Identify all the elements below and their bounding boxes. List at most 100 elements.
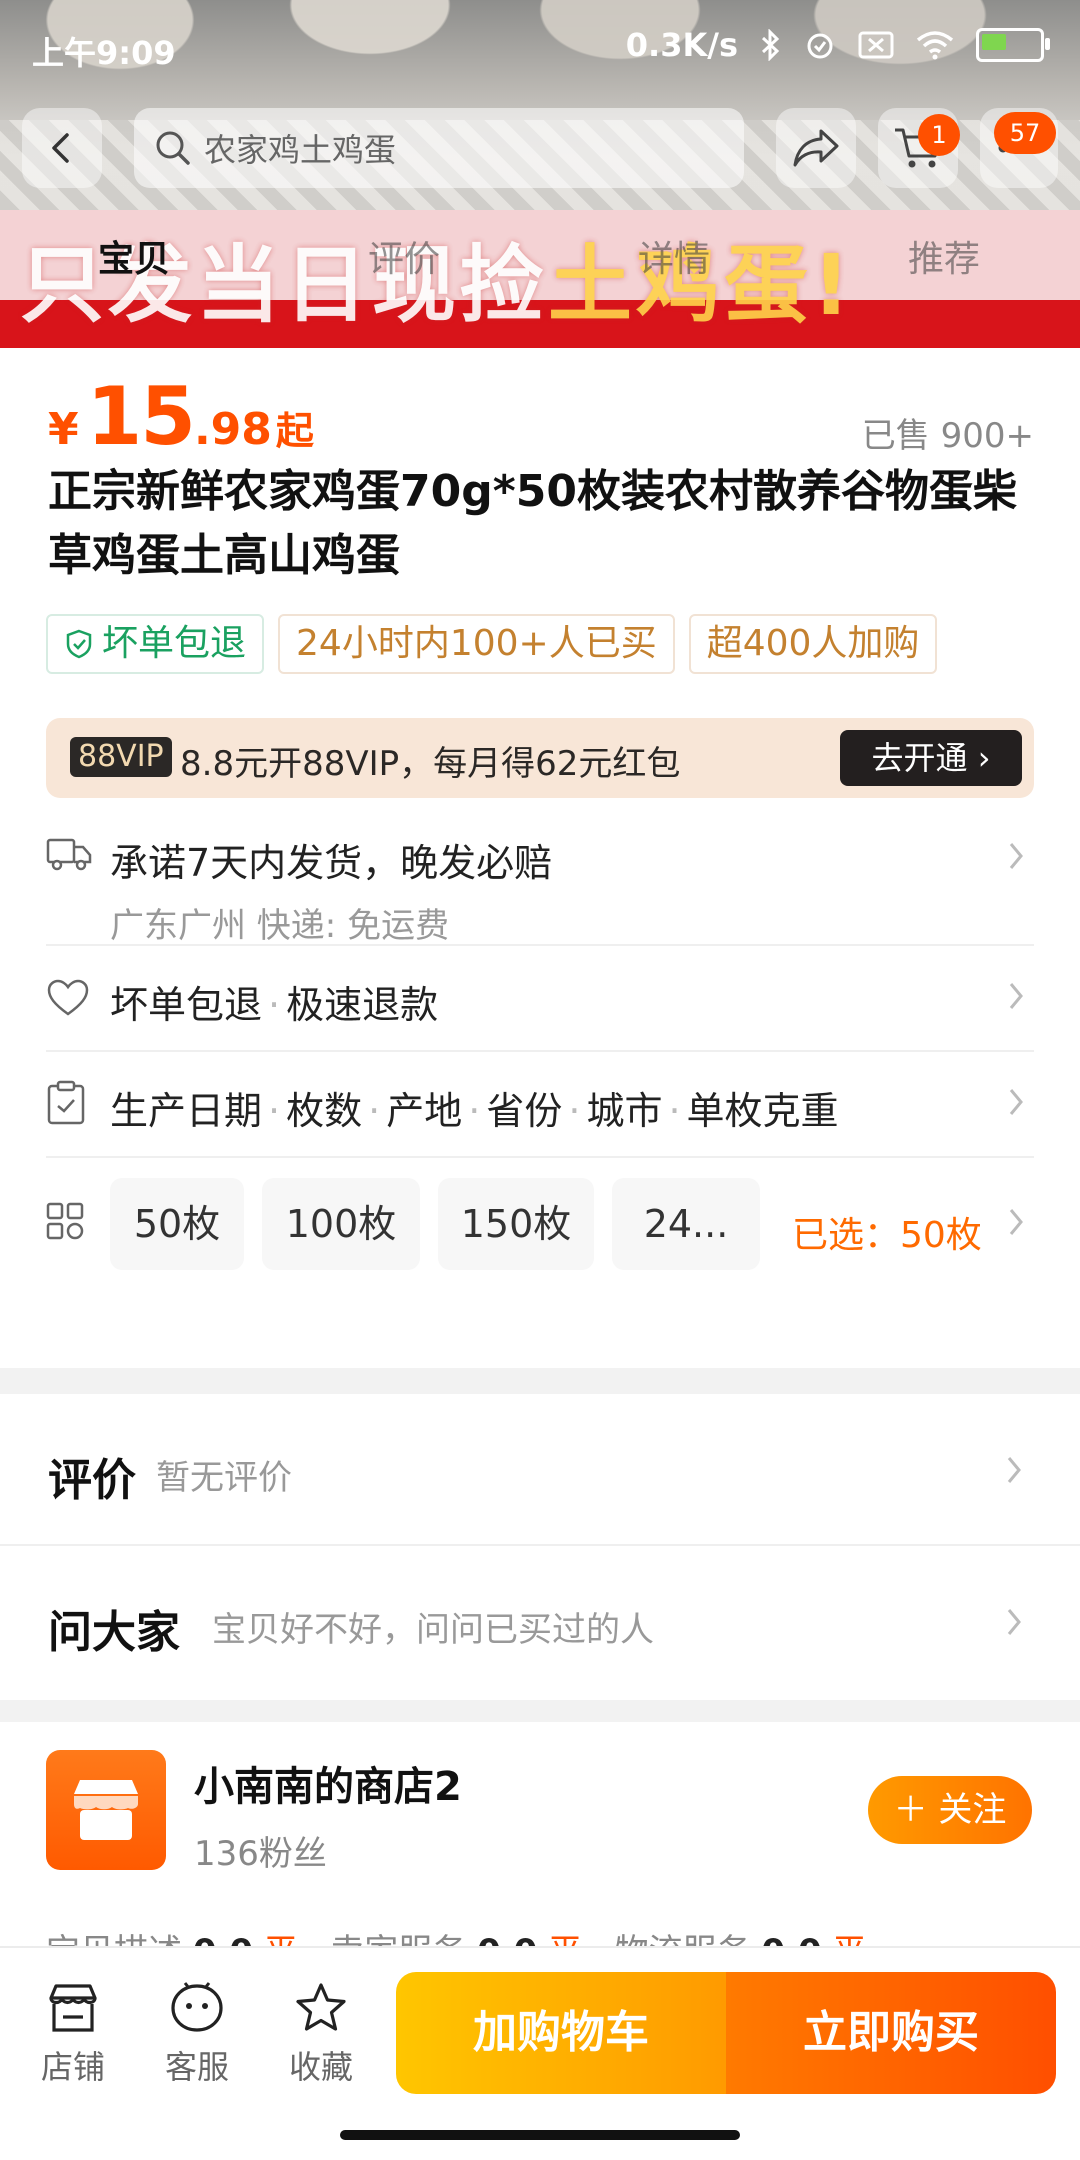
- sold-count: 已售 900+: [861, 416, 1034, 456]
- plus-icon: ＋: [893, 1790, 928, 1830]
- service-item: 坏单包退: [110, 983, 263, 1027]
- status-bar: 上午9:09 0.3K/s: [0, 0, 1080, 92]
- sku-selected: 已选：50枚: [792, 1215, 982, 1256]
- param-item: 生产日期: [110, 1089, 263, 1133]
- buy-now-button[interactable]: 立即购买: [726, 1972, 1056, 2094]
- grid-options-icon: [46, 1202, 84, 1240]
- tag-recent-buyers: 24小时内100+人已买: [278, 614, 675, 674]
- search-placeholder: 农家鸡土鸡蛋: [204, 131, 397, 169]
- share-button[interactable]: [776, 108, 856, 188]
- tab-reviews[interactable]: 评价: [368, 230, 440, 282]
- favorite-button[interactable]: 收藏: [266, 1982, 376, 2088]
- sim-off-icon: [858, 31, 894, 59]
- reviews-heading: 评价: [48, 1455, 136, 1506]
- star-icon: [296, 1983, 346, 2031]
- shipping-detail: 广东广州 快递: 免运费: [110, 906, 450, 946]
- shop-fans: 136粉丝: [194, 1834, 327, 1874]
- vip-open-button[interactable]: 去开通 ›: [840, 730, 1022, 786]
- shipping-promise: 承诺7天内发货，晚发必赔: [110, 841, 553, 885]
- vip-promo-text: 8.8元开88VIP，每月得62元红包: [180, 744, 681, 784]
- share-icon: [793, 129, 839, 167]
- tab-baobei[interactable]: 宝贝: [98, 230, 170, 282]
- clipboard-icon: [47, 1080, 85, 1125]
- shop-logo[interactable]: [46, 1750, 166, 1870]
- cart-count-badge: 1: [918, 114, 960, 156]
- back-button[interactable]: [22, 108, 102, 188]
- param-item: 省份: [486, 1089, 563, 1133]
- search-icon: [156, 131, 190, 165]
- customer-service-label: 客服: [164, 2048, 229, 2086]
- search-bar[interactable]: 农家鸡土鸡蛋: [134, 108, 744, 188]
- params-text: 生产日期 · 枚数 · 产地 · 省份 · 城市 · 单枚克重: [110, 1089, 839, 1133]
- sku-option-100[interactable]: 100枚: [262, 1178, 420, 1270]
- param-item: 枚数: [286, 1089, 363, 1133]
- store-button[interactable]: 店铺: [18, 1982, 128, 2088]
- product-tags: 坏单包退 24小时内100+人已买 超400人加购: [46, 614, 938, 674]
- add-to-cart-button[interactable]: 加购物车: [396, 1972, 726, 2094]
- sku-row[interactable]: 50枚 100枚 150枚 24... 已选：50枚: [46, 1158, 1034, 1282]
- truck-icon: [46, 838, 92, 871]
- section-tabs: 宝贝 评价 详情 推荐: [0, 230, 1080, 282]
- qa-heading: 问大家: [48, 1607, 180, 1658]
- service-item: 极速退款: [286, 983, 439, 1027]
- chevron-right-icon: [1009, 983, 1023, 1009]
- reviews-section[interactable]: 评价 暂无评价: [0, 1394, 1080, 1544]
- heart-icon: [47, 979, 89, 1016]
- vip-promo-banner[interactable]: 88VIP 8.8元开88VIP，每月得62元红包 去开通 ›: [46, 718, 1034, 798]
- param-item: 城市: [586, 1089, 663, 1133]
- qa-section[interactable]: 问大家 宝贝好不好，问问已买过的人: [0, 1546, 1080, 1700]
- service-text: 坏单包退 · 极速退款: [110, 983, 439, 1027]
- vip-logo: 88VIP: [70, 737, 172, 777]
- purchase-buttons: 加购物车 立即购买: [396, 1972, 1056, 2094]
- chevron-right-icon: [1007, 1457, 1021, 1483]
- price-currency: ¥: [48, 404, 79, 455]
- shipping-row[interactable]: 承诺7天内发货，晚发必赔 广东广州 快递: 免运费: [46, 810, 1034, 946]
- price-decimal: .98: [193, 404, 272, 455]
- product-info-card: ¥ 15 .98 起 已售 900+ 正宗新鲜农家鸡蛋70g*50枚装农村散养谷…: [0, 348, 1080, 1368]
- sku-option-50[interactable]: 50枚: [110, 1178, 244, 1270]
- service-row[interactable]: 坏单包退 · 极速退款: [46, 946, 1034, 1052]
- follow-button[interactable]: ＋ 关注: [868, 1776, 1032, 1844]
- tab-details[interactable]: 详情: [638, 230, 710, 282]
- customer-service-button[interactable]: 客服: [142, 1982, 252, 2088]
- shield-check-icon: [66, 629, 92, 659]
- product-title: 正宗新鲜农家鸡蛋70g*50枚装农村散养谷物蛋柴草鸡蛋土高山鸡蛋: [48, 466, 1017, 581]
- back-arrow-icon: [52, 133, 69, 163]
- price: ¥ 15 .98 起: [48, 370, 314, 463]
- store-icon: [74, 1780, 138, 1840]
- param-item: 产地: [386, 1089, 463, 1133]
- bottom-action-bar: 店铺 客服 收藏 加购物车 立即购买: [0, 1946, 1080, 2160]
- top-nav-bar: 农家鸡土鸡蛋 1 57: [0, 108, 1080, 192]
- tag-return-guarantee: 坏单包退: [46, 614, 265, 674]
- chevron-right-icon: [1009, 1089, 1023, 1115]
- service-face-icon: [171, 1982, 223, 2032]
- chevron-right-icon: [1009, 1209, 1023, 1235]
- sku-option-150[interactable]: 150枚: [438, 1178, 594, 1270]
- price-suffix: 起: [275, 409, 314, 453]
- chevron-right-icon: ›: [977, 739, 991, 777]
- params-row[interactable]: 生产日期 · 枚数 · 产地 · 省份 · 城市 · 单枚克重: [46, 1052, 1034, 1158]
- wifi-icon: [916, 31, 954, 60]
- network-speed: 0.3K/s: [625, 26, 738, 64]
- status-time: 上午9:09: [32, 34, 176, 72]
- shop-name[interactable]: 小南南的商店2: [194, 1754, 462, 1812]
- vip-open-label: 去开通: [871, 739, 968, 777]
- param-item: 单枚克重: [686, 1089, 839, 1133]
- follow-label: 关注: [938, 1790, 1007, 1830]
- favorite-label: 收藏: [288, 2048, 353, 2086]
- battery-icon: [976, 28, 1050, 62]
- bluetooth-icon: [761, 29, 780, 61]
- home-indicator[interactable]: [340, 2130, 740, 2140]
- tab-recommend[interactable]: 推荐: [908, 230, 980, 282]
- chevron-right-icon: [1007, 1609, 1021, 1635]
- tag-label: 坏单包退: [102, 623, 247, 664]
- tag-cart-adds: 超400人加购: [688, 614, 938, 674]
- store-icon: [49, 1984, 97, 2032]
- sku-option-more[interactable]: 24...: [612, 1178, 760, 1270]
- reviews-empty-note: 暂无评价: [156, 1458, 292, 1498]
- price-integer: 15: [86, 370, 196, 463]
- message-count-badge: 57: [994, 112, 1056, 154]
- chevron-right-icon: [1009, 843, 1023, 869]
- alarm-icon: [807, 33, 833, 59]
- store-label: 店铺: [40, 2048, 105, 2086]
